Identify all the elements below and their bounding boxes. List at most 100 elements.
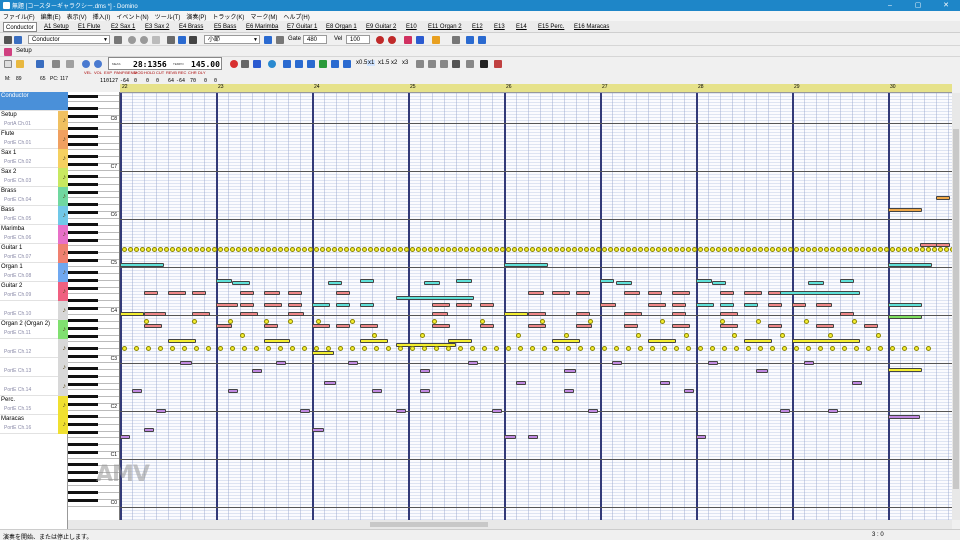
drum-hit[interactable] <box>494 346 499 351</box>
drum-hit[interactable] <box>674 346 679 351</box>
drum-hit[interactable] <box>578 247 583 252</box>
midi-note[interactable] <box>864 324 878 328</box>
pencil-tool-icon[interactable] <box>178 36 186 44</box>
midi-note[interactable] <box>528 435 538 439</box>
view-icon-6[interactable] <box>480 60 488 68</box>
drum-hit[interactable] <box>590 346 595 351</box>
drum-hit[interactable] <box>890 346 895 351</box>
midi-note[interactable] <box>624 291 640 295</box>
drum-hit[interactable] <box>350 319 355 324</box>
view-icon-5[interactable] <box>466 60 474 68</box>
drum-hit[interactable] <box>144 319 149 324</box>
track-list-item[interactable]: Sax 2 PortE Ch.03 ♪ <box>0 168 68 187</box>
black-key[interactable] <box>68 251 98 254</box>
black-key[interactable] <box>68 115 98 118</box>
horizontal-scrollbar[interactable] <box>68 520 952 529</box>
drum-hit[interactable] <box>734 247 739 252</box>
drum-hit[interactable] <box>242 247 247 252</box>
drum-hit[interactable] <box>296 247 301 252</box>
drum-hit[interactable] <box>752 247 757 252</box>
drum-hit[interactable] <box>878 346 883 351</box>
drum-hit[interactable] <box>518 346 523 351</box>
midi-note[interactable] <box>696 279 712 283</box>
midi-note[interactable] <box>616 281 632 285</box>
black-key[interactable] <box>68 223 98 226</box>
midi-note[interactable] <box>480 303 494 307</box>
black-key[interactable] <box>68 307 98 310</box>
drum-hit[interactable] <box>428 247 433 252</box>
drum-hit[interactable] <box>548 247 553 252</box>
drum-hit[interactable] <box>518 247 523 252</box>
drum-hit[interactable] <box>452 247 457 252</box>
cut-icon[interactable] <box>66 60 74 68</box>
drum-hit[interactable] <box>720 319 725 324</box>
drum-hit[interactable] <box>650 247 655 252</box>
track-list-item[interactable]: Sax 1 PortE Ch.02 ♪ <box>0 149 68 168</box>
drum-hit[interactable] <box>698 346 703 351</box>
drum-hit[interactable] <box>374 346 379 351</box>
midi-note[interactable] <box>936 243 950 247</box>
midi-note[interactable] <box>216 324 232 328</box>
drum-hit[interactable] <box>644 247 649 252</box>
piano-roll[interactable] <box>120 93 952 520</box>
black-key[interactable] <box>68 239 98 242</box>
white-key[interactable] <box>68 101 119 103</box>
drum-hit[interactable] <box>344 247 349 252</box>
drum-hit[interactable] <box>506 346 511 351</box>
drum-hit[interactable] <box>158 247 163 252</box>
snap-select[interactable]: 小節 ▼ <box>204 35 260 44</box>
track-select[interactable]: Conductor ▼ <box>28 35 110 44</box>
drum-hit[interactable] <box>278 247 283 252</box>
drum-hit[interactable] <box>914 346 919 351</box>
drum-hit[interactable] <box>446 346 451 351</box>
drum-hit[interactable] <box>660 319 665 324</box>
midi-note[interactable] <box>216 303 238 307</box>
white-key[interactable] <box>68 437 119 439</box>
tab-e14[interactable]: E14 <box>514 22 529 32</box>
midi-note[interactable] <box>336 303 350 307</box>
midi-note[interactable] <box>720 291 734 295</box>
speaker-icon[interactable]: ♪ <box>63 231 67 238</box>
drum-hit[interactable] <box>818 247 823 252</box>
midi-note[interactable] <box>312 428 324 432</box>
drum-hit[interactable] <box>674 247 679 252</box>
drum-hit[interactable] <box>386 346 391 351</box>
drum-hit[interactable] <box>638 346 643 351</box>
drum-hit[interactable] <box>758 346 763 351</box>
drum-hit[interactable] <box>806 346 811 351</box>
color-icon[interactable] <box>432 36 440 44</box>
tab-flute[interactable]: E1 Flute <box>76 22 102 32</box>
midi-note[interactable] <box>504 263 548 267</box>
white-key[interactable] <box>68 341 119 343</box>
drum-hit[interactable] <box>662 346 667 351</box>
drum-hit[interactable] <box>500 247 505 252</box>
midi-note[interactable] <box>792 339 860 343</box>
drum-hit[interactable] <box>686 346 691 351</box>
drum-hit[interactable] <box>332 247 337 252</box>
black-key[interactable] <box>68 499 98 502</box>
black-key[interactable] <box>68 415 98 418</box>
drum-hit[interactable] <box>848 247 853 252</box>
drum-hit[interactable] <box>542 247 547 252</box>
drum-hit[interactable] <box>122 346 127 351</box>
drum-hit[interactable] <box>284 247 289 252</box>
drum-hit[interactable] <box>746 346 751 351</box>
midi-note[interactable] <box>756 369 768 373</box>
drum-hit[interactable] <box>710 346 715 351</box>
drum-hit[interactable] <box>122 247 127 252</box>
drum-hit[interactable] <box>420 333 425 338</box>
drum-hit[interactable] <box>488 247 493 252</box>
drum-hit[interactable] <box>458 346 463 351</box>
tab-setup[interactable]: A1 Setup <box>42 22 71 32</box>
drum-hit[interactable] <box>194 247 199 252</box>
black-key[interactable] <box>68 259 98 262</box>
drum-hit[interactable] <box>314 346 319 351</box>
nav-back-icon[interactable] <box>128 36 136 44</box>
midi-note[interactable] <box>396 296 474 300</box>
drum-hit[interactable] <box>230 346 235 351</box>
to-end-icon[interactable] <box>343 60 351 68</box>
midi-note[interactable] <box>468 361 478 365</box>
midi-note[interactable] <box>624 324 638 328</box>
horizontal-scroll-thumb[interactable] <box>370 522 488 527</box>
drum-hit[interactable] <box>830 247 835 252</box>
